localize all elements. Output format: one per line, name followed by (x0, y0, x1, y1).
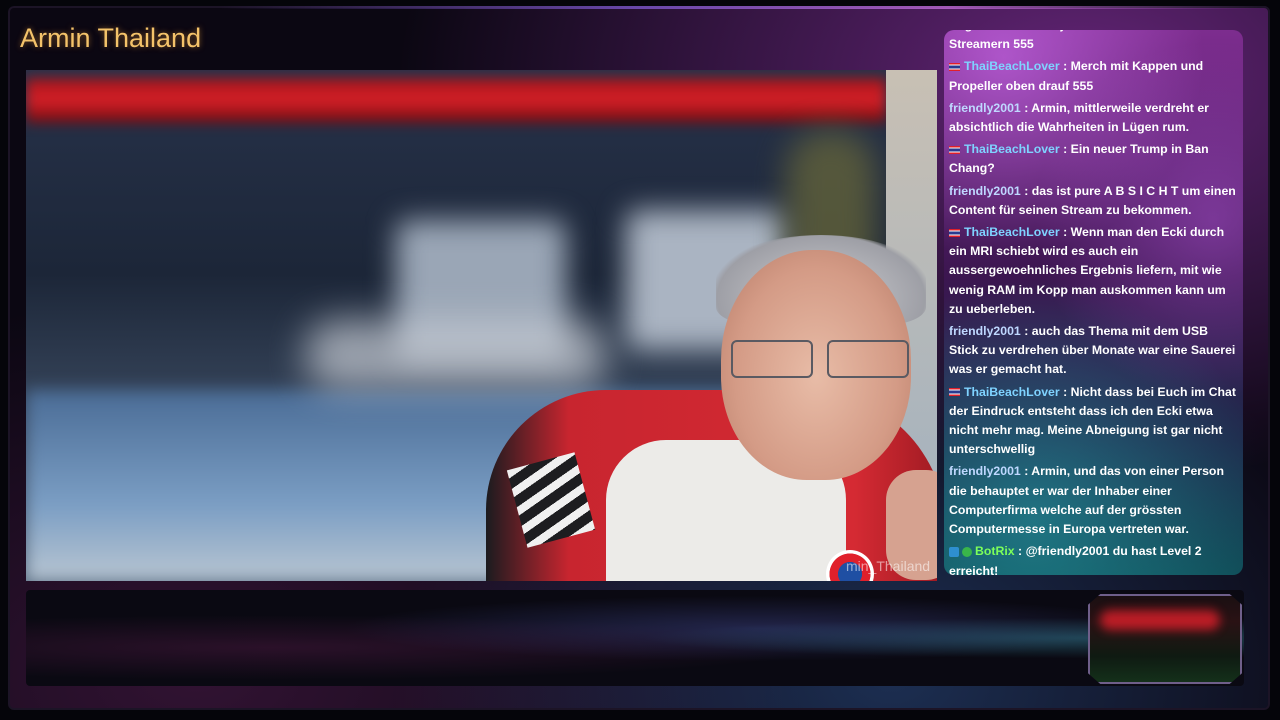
bot-badges (949, 542, 975, 561)
bot-badge-icon (949, 547, 959, 558)
chat-username[interactable]: ThaiBeachLover (964, 142, 1060, 156)
frame-glow-line (220, 6, 1260, 9)
mini-camera-led (1100, 610, 1220, 630)
bottom-decor-bar (26, 590, 1244, 686)
chat-username[interactable]: ThaiBeachLover (964, 225, 1060, 239)
chat-message-list[interactable]: trägt. Ich sehe das jedenfalls so bei an… (949, 30, 1239, 575)
video-watermark: min_Thailand (846, 558, 931, 574)
channel-title: Armin Thailand (20, 23, 202, 53)
thai-flag-icon (949, 228, 960, 237)
streamer-figure (466, 230, 937, 581)
chat-username[interactable]: friendly2001 (949, 101, 1021, 115)
mini-camera-preview (1088, 594, 1242, 684)
chat-message: ThaiBeachLover : Ein neuer Trump in Ban … (949, 142, 1209, 176)
chat-message-text: trägt. Ich sehe das jedenfalls so bei an… (949, 30, 1207, 52)
chat-message: friendly2001 : Armin, mittlerweile verdr… (949, 100, 1209, 135)
verified-check-icon (962, 547, 972, 558)
chat-username[interactable]: BotRix (975, 544, 1015, 558)
thai-flag-icon (949, 63, 960, 72)
chat-username[interactable]: ThaiBeachLover (964, 385, 1060, 399)
chat-username[interactable]: friendly2001 (949, 184, 1021, 198)
thai-flag-icon (949, 388, 960, 397)
background-led-strip (26, 78, 886, 123)
glasses (731, 340, 911, 378)
chat-message: trägt. Ich sehe das jedenfalls so bei an… (949, 30, 1239, 54)
chat-message: friendly2001 : das ist pure A B S I C H … (949, 183, 1236, 217)
chat-message: BotRix : @friendly2001 du hast Level 2 e… (949, 542, 1239, 575)
chat-message: friendly2001 : Armin, und das von einer … (949, 464, 1224, 537)
chat-username[interactable]: friendly2001 (949, 324, 1021, 338)
thai-flag-icon (949, 145, 960, 154)
chat-message: friendly2001 : auch das Thema mit dem US… (949, 324, 1236, 377)
chat-message: ThaiBeachLover : Merch mit Kappen und Pr… (949, 59, 1204, 93)
webcam-video: min_Thailand (26, 70, 937, 581)
chat-message: ThaiBeachLover : Nicht dass bei Euch im … (949, 384, 1236, 457)
chat-message: ThaiBeachLover : Wenn man den Ecki durch… (949, 225, 1226, 316)
chat-panel[interactable]: trägt. Ich sehe das jedenfalls so bei an… (944, 30, 1243, 575)
chat-username[interactable]: friendly2001 (949, 464, 1021, 478)
chat-username[interactable]: ThaiBeachLover (964, 59, 1060, 73)
